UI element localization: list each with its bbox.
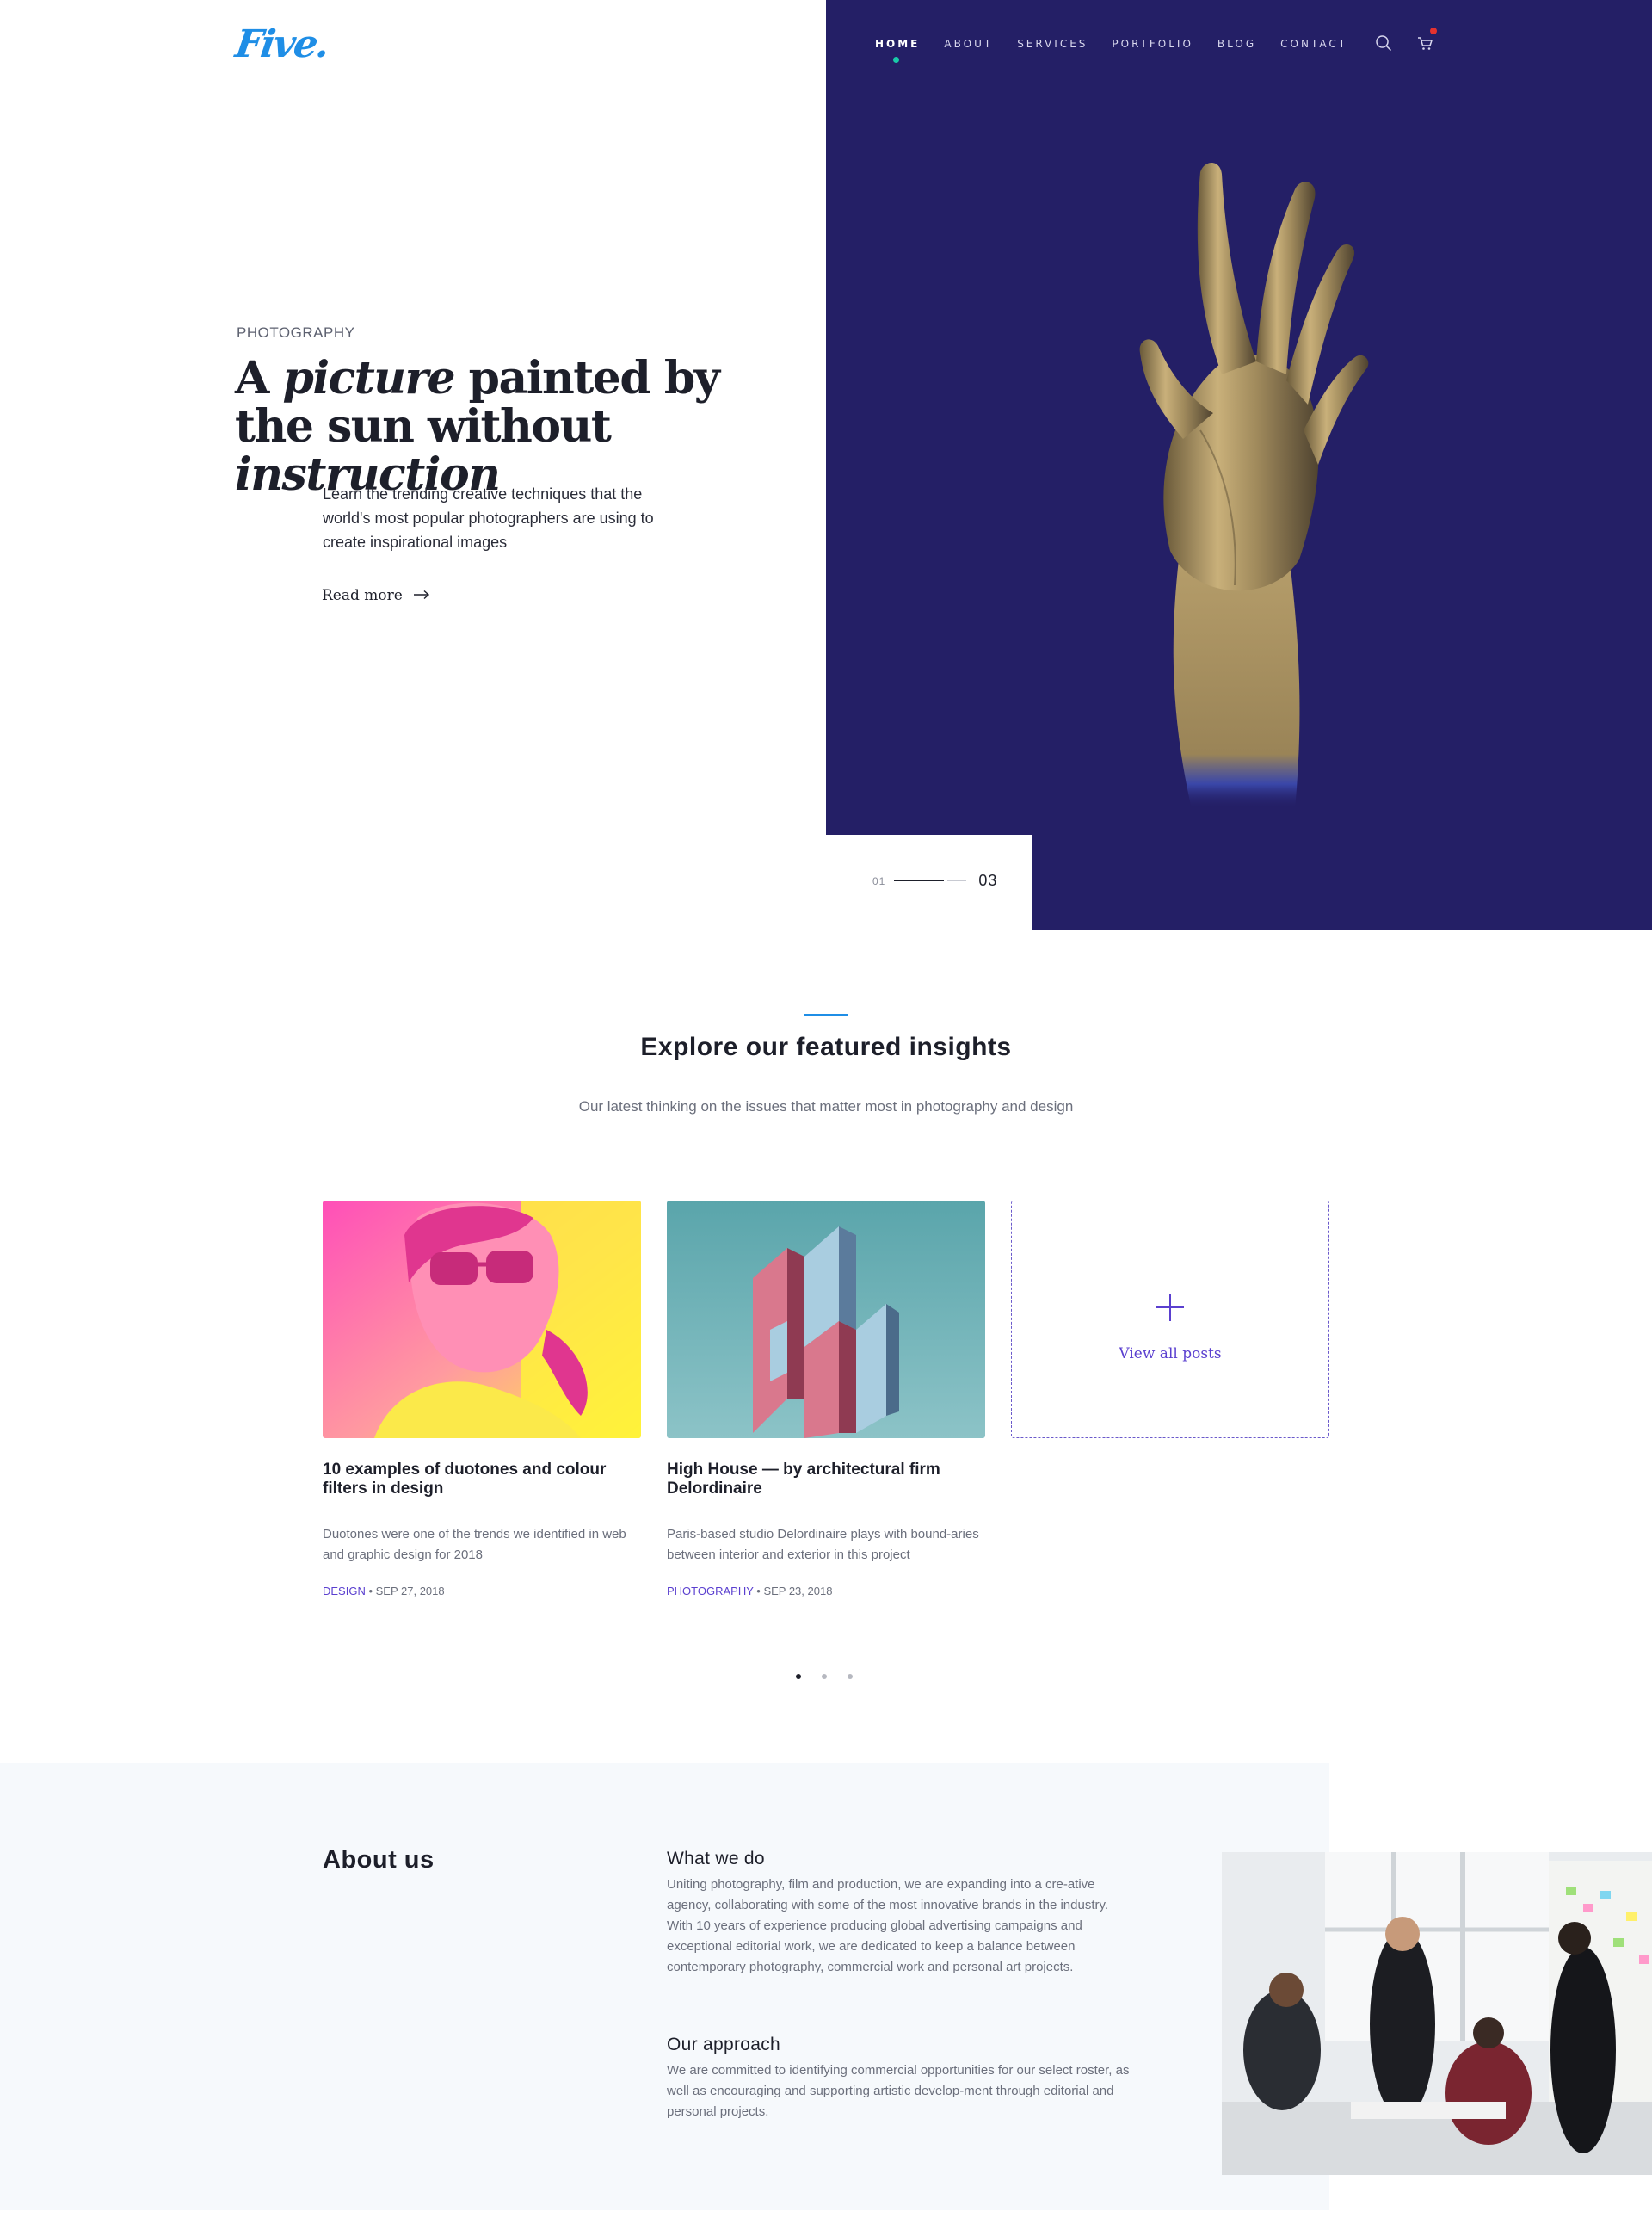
main-nav: HOME ABOUT SERVICES PORTFOLIO BLOG CONTA… (875, 28, 1454, 63)
duotone-portrait-image[interactable] (323, 1201, 641, 1438)
post-category-link[interactable]: PHOTOGRAPHY (667, 1584, 754, 1597)
about-section-background (0, 1763, 1329, 2210)
insights-subtitle: Our latest thinking on the issues that m… (578, 1098, 1074, 1115)
search-icon[interactable] (1375, 34, 1394, 53)
team-meeting-photo (1222, 1852, 1652, 2175)
golden-hand-image (1139, 162, 1369, 809)
read-more-link[interactable]: Read more (322, 587, 430, 604)
post-date: SEP 27, 2018 (375, 1584, 445, 1597)
about-title: About us (323, 1846, 435, 1874)
view-all-label: View all posts (1119, 1345, 1222, 1362)
nav-item-portfolio[interactable]: PORTFOLIO (1112, 38, 1193, 50)
read-more-label: Read more (322, 587, 403, 604)
nav-label: PORTFOLIO (1112, 38, 1193, 50)
hero-title-text: A (235, 352, 283, 405)
hero-category: PHOTOGRAPHY (237, 324, 355, 341)
cart-badge-dot (1430, 28, 1438, 34)
post-excerpt: Paris-based studio Delordinaire plays wi… (667, 1527, 979, 1562)
section-accent-line (804, 1014, 848, 1016)
nav-item-contact[interactable]: CONTACT (1280, 38, 1347, 50)
nav-label: SERVICES (1017, 38, 1088, 50)
slider-track-line (947, 880, 967, 881)
post-card: High House — by architectural firm Delor… (667, 1201, 985, 1597)
post-meta: DESIGN • SEP 27, 2018 (323, 1584, 445, 1597)
pagination-dot-2[interactable] (822, 1674, 827, 1679)
insights-title: Explore our featured insights (640, 1033, 1012, 1061)
view-all-posts-button[interactable]: View all posts (1011, 1201, 1329, 1438)
nav-label: BLOG (1217, 38, 1257, 50)
post-category-link[interactable]: DESIGN (323, 1584, 366, 1597)
post-excerpt: Duotones were one of the trends we ident… (323, 1527, 626, 1562)
pagination-dot-3[interactable] (848, 1674, 853, 1679)
nav-item-services[interactable]: SERVICES (1017, 38, 1088, 50)
our-approach-heading: Our approach (667, 2035, 781, 2054)
nav-label: HOME (875, 38, 921, 50)
slider-progress-line (894, 880, 945, 881)
our-approach-block: Our approach We are committed to identif… (667, 2035, 1131, 2122)
nav-item-home[interactable]: HOME (875, 38, 921, 63)
slider-current: 01 (872, 874, 886, 887)
hero-title-emphasis: picture (282, 352, 455, 405)
post-title[interactable]: High House — by architectural firm Delor… (667, 1461, 985, 1498)
cart-icon[interactable] (1416, 28, 1438, 53)
arrow-right-icon (413, 587, 430, 604)
what-we-do-block: What we do Uniting photography, film and… (667, 1849, 1131, 1978)
plus-icon (1156, 1294, 1184, 1321)
our-approach-text: We are committed to identifying commerci… (667, 2063, 1130, 2119)
post-date: SEP 23, 2018 (763, 1584, 833, 1597)
slider-total: 03 (978, 872, 998, 889)
hero-title: A picture painted by the sun without ins… (235, 355, 768, 499)
nav-label: CONTACT (1280, 38, 1348, 50)
hero-description: Learn the trending creative techniques t… (323, 485, 654, 551)
what-we-do-heading: What we do (667, 1849, 765, 1868)
nav-item-about[interactable]: ABOUT (944, 38, 993, 50)
slider-counter: 01 03 (872, 872, 997, 890)
site-logo[interactable]: Five. (232, 22, 330, 66)
carousel-pagination (796, 1674, 873, 1679)
nav-label: ABOUT (944, 38, 994, 50)
what-we-do-text: Uniting photography, film and production… (667, 1877, 1109, 1974)
pagination-dot-1[interactable] (796, 1674, 801, 1679)
nav-item-blog[interactable]: BLOG (1217, 38, 1256, 50)
post-meta: PHOTOGRAPHY • SEP 23, 2018 (667, 1584, 833, 1597)
architecture-photo-image[interactable] (667, 1201, 985, 1438)
post-card: 10 examples of duotones and colour filte… (323, 1201, 641, 1597)
post-title[interactable]: 10 examples of duotones and colour filte… (323, 1461, 641, 1498)
